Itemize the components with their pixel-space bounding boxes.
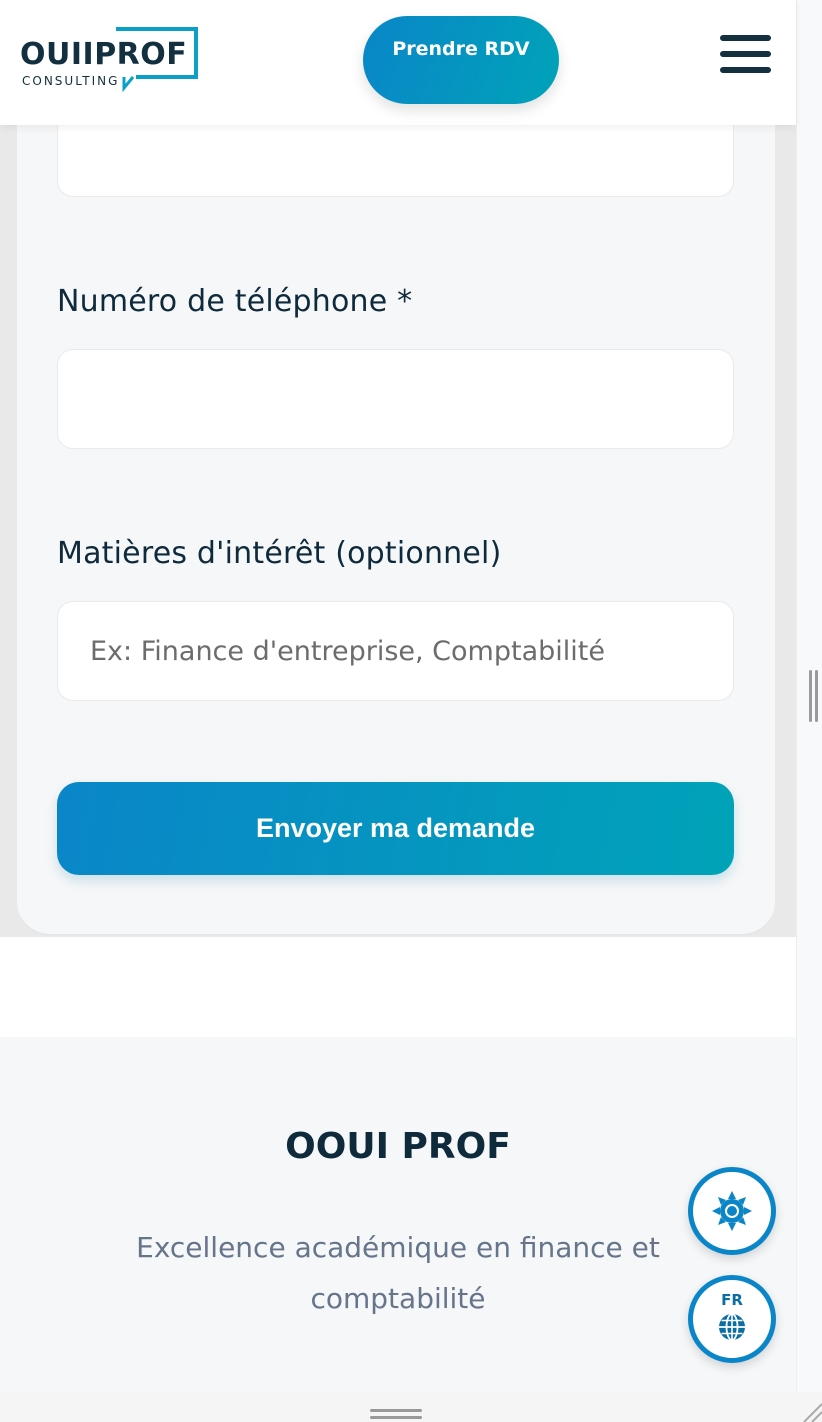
theme-toggle-button[interactable]	[688, 1167, 776, 1255]
globe-icon	[719, 1313, 745, 1341]
scroll-grip-icon[interactable]	[809, 670, 819, 722]
logo[interactable]: OUIIPROF CONSULTING	[20, 26, 200, 92]
hamburger-menu-icon[interactable]	[720, 35, 772, 75]
interests-placeholder: Ex: Finance d'entreprise, Comptabilité	[90, 635, 605, 667]
interests-input[interactable]: Ex: Finance d'entreprise, Comptabilité	[57, 601, 734, 701]
interests-label: Matières d'intérêt (optionnel)	[57, 536, 502, 571]
footer-title: OOUI PROF	[285, 1126, 511, 1167]
footer-tagline: Excellence académique en finance et comp…	[136, 1231, 660, 1315]
corner-resize-icon[interactable]	[800, 1400, 822, 1422]
language-code: FR	[721, 1291, 743, 1309]
book-appointment-button[interactable]: Prendre RDV	[363, 16, 559, 104]
logo-main-text: OUIIPROF	[20, 37, 188, 72]
sun-icon	[712, 1191, 752, 1231]
phone-label: Numéro de téléphone *	[57, 284, 413, 319]
page: Numéro de téléphone * Matières d'intérêt…	[0, 0, 796, 1392]
language-switch-button[interactable]: FR	[688, 1275, 776, 1363]
resize-handle-icon[interactable]	[370, 1409, 422, 1421]
submit-button[interactable]: Envoyer ma demande	[57, 782, 734, 875]
site-header: OUIIPROF CONSULTING Prendre RDV	[0, 0, 796, 125]
phone-input[interactable]	[57, 349, 734, 449]
vertical-scrollbar[interactable]	[796, 0, 822, 1422]
footer	[0, 1037, 796, 1392]
logo-sub-text: CONSULTING	[22, 74, 120, 88]
